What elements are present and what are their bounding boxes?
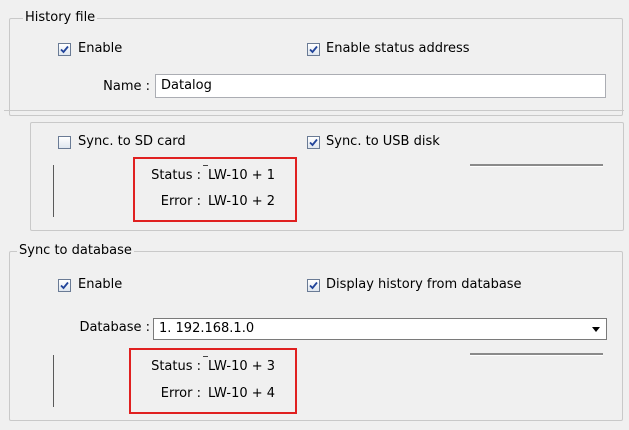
checkmark-icon xyxy=(60,45,69,54)
database-error-label: Error : xyxy=(160,386,201,401)
section-separator xyxy=(4,110,624,111)
status-tick-mark xyxy=(203,165,208,166)
database-enable-checkbox[interactable] xyxy=(58,279,71,292)
enable-status-address-checkbox[interactable] xyxy=(307,43,320,56)
storage-error-value: LW-10 + 2 xyxy=(208,194,276,209)
history-enable-label: Enable xyxy=(78,41,123,56)
sync-usb-disk-label: Sync. to USB disk xyxy=(326,134,440,149)
display-history-checkbox[interactable] xyxy=(307,279,320,292)
checkmark-icon xyxy=(309,281,318,290)
database-enable-label: Enable xyxy=(78,277,123,292)
display-history-label: Display history from database xyxy=(326,277,522,292)
sync-database-legend: Sync to database xyxy=(17,243,134,259)
storage-status-label: Status : xyxy=(151,168,201,183)
database-status-highlight xyxy=(129,348,297,414)
database-select-value: 1. 192.168.1.0 xyxy=(159,321,255,336)
name-label: Name : xyxy=(103,79,150,94)
database-status-value: LW-10 + 3 xyxy=(208,359,276,374)
enable-status-address-label: Enable status address xyxy=(326,41,470,56)
database-status-label: Status : xyxy=(151,359,201,374)
checkmark-icon xyxy=(60,281,69,290)
checkmark-icon xyxy=(309,45,318,54)
chevron-down-icon[interactable] xyxy=(592,327,600,332)
database-select[interactable]: 1. 192.168.1.0 xyxy=(153,318,607,340)
sync-sd-card-label: Sync. to SD card xyxy=(78,134,186,149)
history-enable-checkbox[interactable] xyxy=(58,43,71,56)
usb-divider-line xyxy=(470,164,603,167)
name-input[interactable]: Datalog xyxy=(155,74,606,98)
history-file-group xyxy=(9,18,623,116)
sync-sd-card-checkbox[interactable] xyxy=(58,136,71,149)
checkmark-icon xyxy=(309,138,318,147)
sync-usb-disk-checkbox[interactable] xyxy=(307,136,320,149)
database-error-value: LW-10 + 4 xyxy=(208,386,276,401)
storage-status-highlight xyxy=(133,157,297,222)
database-divider-line xyxy=(470,353,603,356)
storage-bracket-line xyxy=(53,165,54,217)
status-tick-mark xyxy=(203,356,208,357)
storage-status-value: LW-10 + 1 xyxy=(208,168,276,183)
storage-error-label: Error : xyxy=(160,194,201,209)
database-label: Database : xyxy=(79,320,150,335)
database-bracket-line xyxy=(53,355,54,407)
history-file-legend: History file xyxy=(23,10,98,26)
